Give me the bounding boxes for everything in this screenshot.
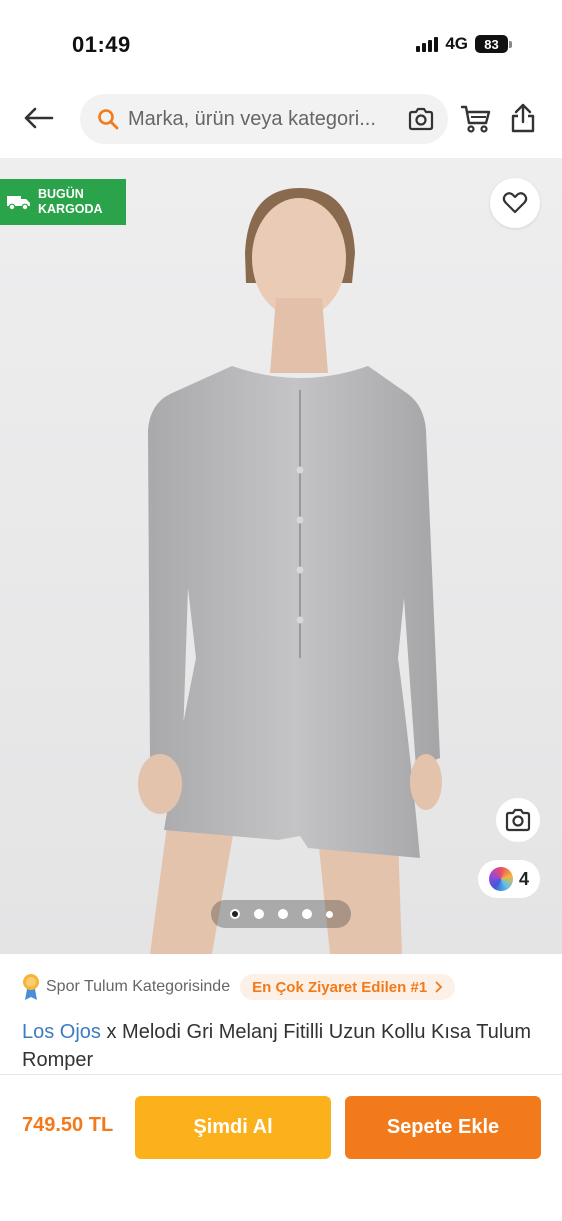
add-to-cart-button[interactable]: Sepete Ekle (345, 1096, 541, 1159)
buy-now-button[interactable]: Şimdi Al (135, 1096, 331, 1159)
category-rank-row: Spor Tulum Kategorisinde En Çok Ziyaret … (22, 970, 542, 1004)
chevron-right-icon (435, 981, 443, 993)
share-button[interactable] (506, 100, 540, 136)
back-arrow-icon (24, 107, 54, 129)
favorite-button[interactable] (490, 178, 540, 228)
search-placeholder: Marka, ürün veya kategori... (128, 107, 376, 130)
back-button[interactable] (18, 100, 58, 136)
cart-icon (460, 105, 491, 133)
shipping-badge-text: BUGÜN KARGODA (38, 187, 103, 216)
product-image-gallery[interactable]: BUGÜN KARGODA 4 (0, 158, 562, 954)
network-type: 4G (445, 34, 468, 53)
pager-dot[interactable] (253, 909, 264, 919)
battery-level: 83 (475, 35, 508, 53)
camera-icon[interactable] (406, 104, 436, 134)
status-bar: 01:49 4G 83 (0, 0, 562, 80)
product-title: Los Ojos x Melodi Gri Melanj Fitilli Uzu… (22, 1018, 542, 1074)
header: Marka, ürün veya kategori... (0, 84, 562, 152)
pager-dot[interactable] (229, 909, 240, 919)
pager-dot[interactable] (301, 909, 312, 919)
camera-icon (505, 808, 531, 832)
status-indicators: 4G 83 (416, 34, 512, 54)
product-price: 749.50 TL (22, 1114, 114, 1136)
rank-badge-label: En Çok Ziyaret Edilen #1 (252, 978, 428, 996)
product-image (0, 158, 562, 954)
cart-button[interactable] (458, 102, 494, 136)
visual-search-button[interactable] (496, 798, 540, 842)
brand-link[interactable]: Los Ojos (22, 1021, 101, 1043)
share-icon (511, 103, 535, 133)
color-wheel-icon (488, 867, 513, 891)
search-icon (96, 107, 120, 131)
battery-icon: 83 (475, 35, 512, 53)
category-text: Spor Tulum Kategorisinde (46, 978, 231, 995)
medal-icon (23, 974, 39, 1000)
color-count: 4 (518, 868, 529, 889)
search-input[interactable]: Marka, ürün veya kategori... (80, 94, 448, 144)
same-day-shipping-badge: BUGÜN KARGODA (0, 179, 126, 225)
heart-icon (502, 192, 528, 214)
divider (0, 1074, 562, 1075)
truck-icon (7, 196, 30, 211)
rank-badge[interactable]: En Çok Ziyaret Edilen #1 (240, 974, 456, 1000)
image-pager[interactable] (211, 900, 351, 928)
color-options-button[interactable]: 4 (478, 860, 540, 898)
status-time: 01:49 (72, 32, 131, 57)
pager-dot[interactable] (325, 910, 333, 918)
signal-icon (416, 36, 439, 52)
pager-dot[interactable] (277, 909, 288, 919)
